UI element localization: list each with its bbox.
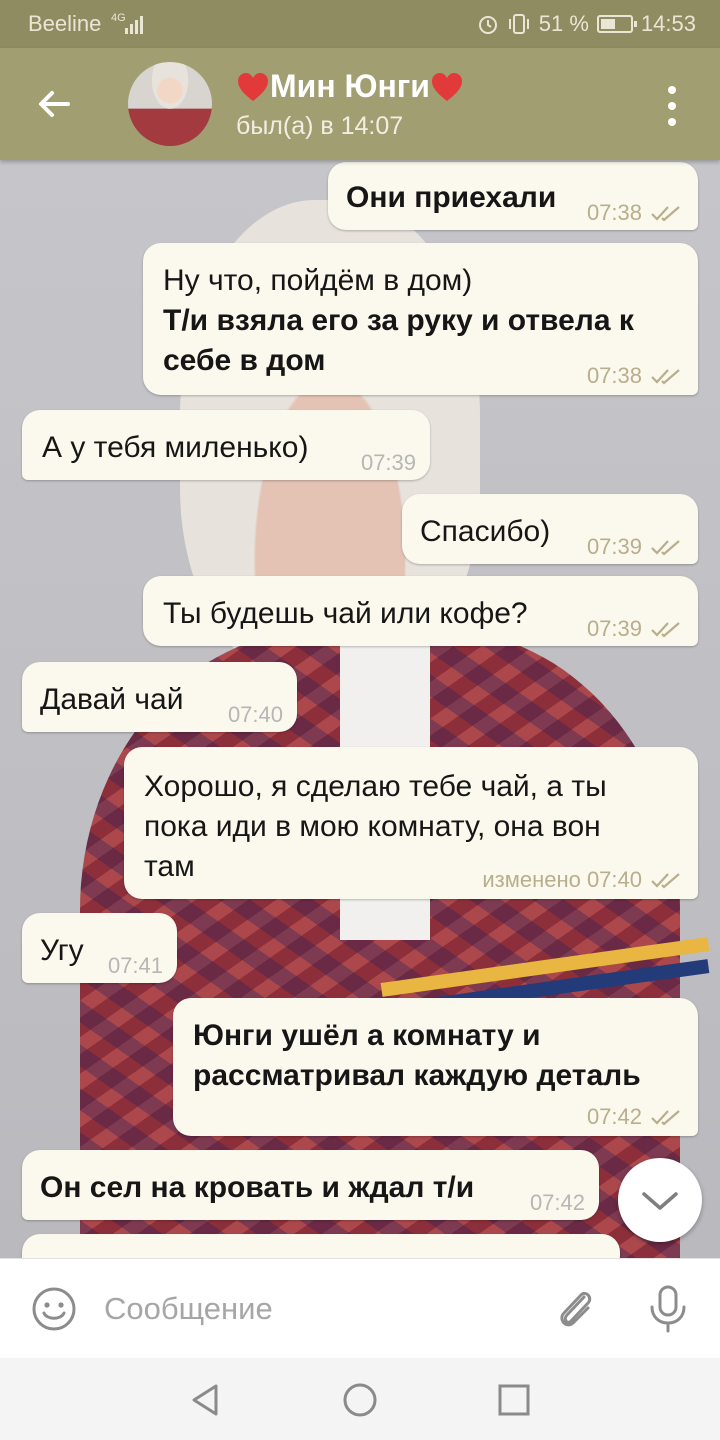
message-time: изменено 07:40: [482, 867, 642, 892]
message-text: Он сел на кровать и ждал т/и: [40, 1171, 475, 1204]
message-time: 07:39: [586, 534, 642, 559]
message-meta: 07:42: [530, 1190, 585, 1216]
message-meta: 07:42: [587, 1104, 684, 1130]
emoji-smile-icon[interactable]: [30, 1285, 78, 1333]
message-text: Угу: [40, 934, 84, 967]
message-time: 07:39: [586, 616, 642, 641]
message-meta: 07:40: [228, 702, 283, 728]
message-text: Спасибо): [420, 515, 551, 548]
double-check-icon: [651, 1110, 680, 1126]
double-check-icon: [651, 622, 680, 638]
message-bubble-incoming[interactable]: Угу 07:41: [22, 913, 177, 983]
status-bar: Beeline 4G 51 % 14:53: [0, 0, 720, 48]
message-meta: 07:39: [361, 450, 416, 476]
message-time: 07:42: [529, 1190, 585, 1215]
message-text: Давай чай: [40, 683, 184, 716]
chat-title[interactable]: Мин Юнги: [236, 68, 464, 105]
message-text-line: Т/и взяла его за руку и отвела к: [163, 304, 634, 337]
double-check-icon: [651, 206, 680, 222]
nav-recents-icon[interactable]: [494, 1380, 534, 1420]
message-meta: 07:41: [108, 953, 163, 979]
message-bubble-outgoing[interactable]: Ты будешь чай или кофе? 07:39: [143, 576, 698, 646]
message-time: 07:42: [586, 1104, 642, 1129]
last-seen-status: был(а) в 14:07: [236, 112, 404, 140]
chat-header: Мин Юнги был(а) в 14:07: [0, 48, 720, 160]
message-text-line: пока иди в мою комнату, она вон: [144, 810, 601, 843]
message-text-line: рассматривал каждую деталь: [193, 1059, 641, 1092]
contact-name: Мин Юнги: [270, 68, 430, 104]
carrier-name: Beeline: [28, 11, 102, 36]
message-bubble-outgoing[interactable]: Хорошо, я сделаю тебе чай, а ты пока иди…: [124, 747, 698, 899]
message-bubble-outgoing[interactable]: Они приехали 07:38: [328, 162, 698, 230]
double-check-icon: [651, 540, 680, 556]
message-text-line: Юнги ушёл а комнату и: [193, 1019, 541, 1052]
battery-icon: [596, 15, 637, 33]
system-nav-bar: [0, 1358, 720, 1440]
message-bubble-outgoing[interactable]: Спасибо) 07:39: [402, 494, 698, 564]
double-check-icon: [651, 369, 680, 385]
scroll-down-button[interactable]: [618, 1158, 702, 1242]
heart-icon: [431, 72, 462, 101]
paperclip-icon[interactable]: [554, 1285, 598, 1333]
heart-icon: [238, 72, 268, 101]
arrow-left-icon[interactable]: [34, 84, 74, 124]
battery-percent: 51 %: [538, 11, 589, 36]
clock: 14:53: [640, 11, 696, 36]
signal-icon: [125, 16, 143, 34]
message-text-line: Хорошо, я сделаю тебе чай, а ты: [144, 770, 607, 803]
message-text-line: там: [144, 850, 195, 883]
message-meta: 07:38: [587, 200, 684, 226]
message-meta: 07:39: [587, 616, 684, 642]
message-bubble-incoming[interactable]: Давай чай 07:40: [22, 662, 297, 732]
chevron-down-icon: [642, 1192, 678, 1210]
message-bubble-incoming[interactable]: А у тебя миленько) 07:39: [22, 410, 430, 480]
message-time: 07:38: [586, 363, 642, 388]
more-vertical-icon[interactable]: [654, 84, 690, 128]
message-time: 07:38: [586, 200, 642, 225]
double-check-icon: [651, 873, 680, 889]
message-meta: 07:39: [587, 534, 684, 560]
message-time: 07:41: [107, 953, 163, 978]
message-time: 07:39: [360, 450, 416, 475]
nav-back-icon[interactable]: [186, 1380, 226, 1420]
message-text: А у тебя миленько): [42, 431, 309, 464]
message-text: Ты будешь чай или кофе?: [163, 597, 528, 630]
message-text: Они приехали: [346, 181, 557, 214]
message-composer: [0, 1258, 720, 1358]
vibrate-icon: [508, 14, 529, 34]
microphone-icon[interactable]: [646, 1283, 690, 1335]
message-meta: изменено 07:40: [482, 867, 684, 893]
alarm-icon: [478, 16, 497, 34]
message-meta: 07:38: [587, 363, 684, 389]
message-bubble-outgoing[interactable]: Юнги ушёл а комнату и рассматривал кажду…: [173, 998, 698, 1136]
message-bubble-incoming[interactable]: Он сел на кровать и ждал т/и 07:42: [22, 1150, 599, 1220]
message-text-line: себе в дом: [163, 344, 326, 377]
message-text-line: Ну что, пойдём в дом): [163, 264, 473, 297]
network-type: 4G: [111, 12, 126, 24]
message-bubble-outgoing[interactable]: Ну что, пойдём в дом) Т/и взяла его за р…: [143, 243, 698, 395]
avatar[interactable]: [128, 62, 212, 146]
message-time: 07:40: [227, 702, 283, 727]
message-input[interactable]: [104, 1287, 534, 1331]
nav-home-icon[interactable]: [340, 1380, 380, 1420]
